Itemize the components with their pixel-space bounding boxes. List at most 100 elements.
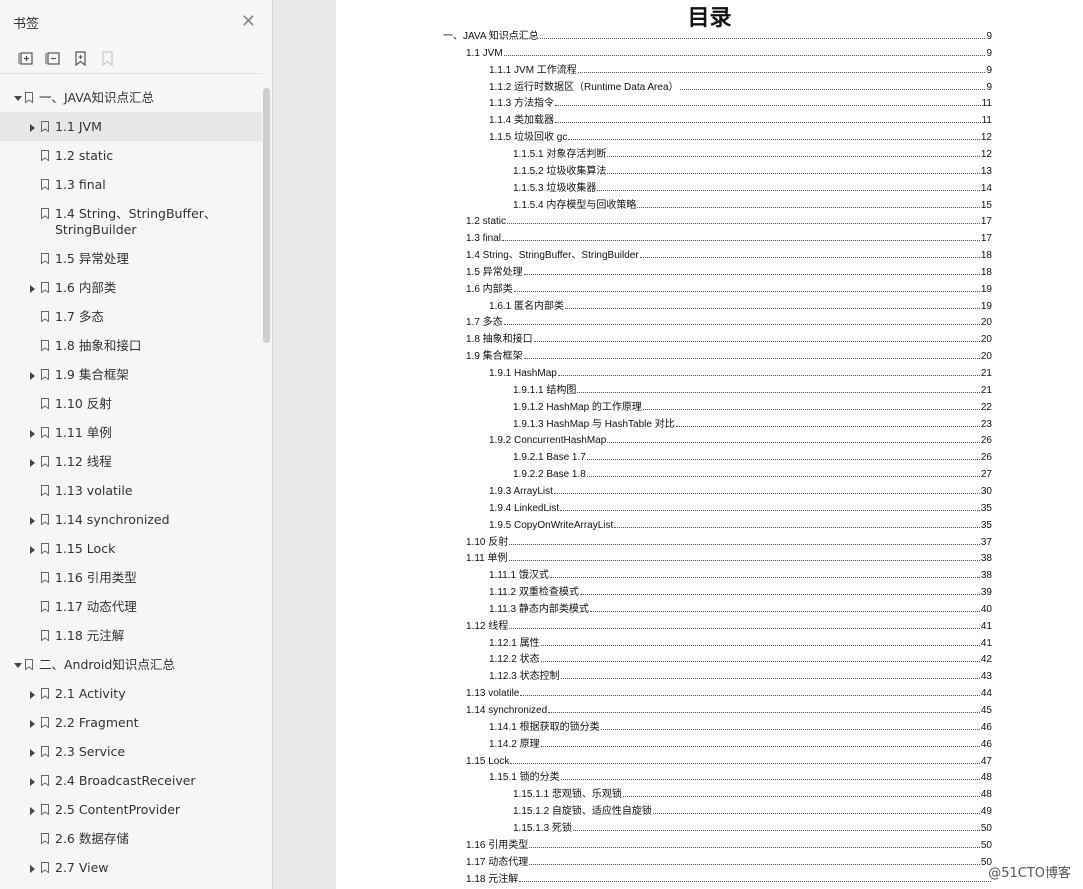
toc-entry[interactable]: 1.1.3 方法指令 11 (489, 95, 992, 109)
toc-entry-title: 1.1.5.1 对象存活判断 (513, 148, 607, 160)
close-icon[interactable]: ✕ (241, 13, 256, 31)
bookmark-item[interactable]: 1.9 集合框架 (0, 360, 262, 389)
toc-entry[interactable]: 1.9.2 ConcurrentHashMap 26 (489, 432, 992, 446)
toc-entry[interactable]: 1.7 多态 20 (466, 314, 992, 328)
toc-entry[interactable]: 1.17 动态代理 50 (466, 854, 992, 868)
toc-entry[interactable]: 1.9.1.1 结构图 21 (513, 382, 992, 396)
toc-entry[interactable]: 1.14 synchronized 45 (466, 702, 992, 716)
bookmark-item[interactable]: 2.2 Fragment (0, 708, 262, 737)
toc-entry[interactable]: 1.12.2 状态 42 (489, 651, 992, 665)
toc-entry[interactable]: 1.9.2.1 Base 1.7 26 (513, 449, 992, 463)
bookmark-item[interactable]: 1.15 Lock (0, 534, 262, 563)
toc-entry[interactable]: 一、JAVA 知识点汇总 9 (443, 28, 992, 42)
toc-entry[interactable]: 1.11 单例 38 (466, 550, 992, 564)
caret-right-icon[interactable] (30, 517, 35, 525)
toc-entry[interactable]: 1.4 String、StringBuffer、StringBuilder 18 (466, 247, 992, 261)
bookmark-item[interactable]: 1.12 线程 (0, 447, 262, 476)
bookmark-item[interactable]: 1.4 String、StringBuffer、StringBuilder (0, 199, 262, 244)
caret-right-icon[interactable] (30, 546, 35, 554)
caret-down-icon[interactable] (14, 663, 22, 668)
toc-entry[interactable]: 1.9.4 LinkedList 35 (489, 500, 992, 514)
toc-entry[interactable]: 1.1.2 运行时数据区（Runtime Data Area） 9 (489, 79, 992, 93)
caret-right-icon[interactable] (30, 124, 35, 132)
bookmark-item[interactable]: 1.17 动态代理 (0, 592, 262, 621)
toc-entry[interactable]: 1.11.2 双重检查模式 39 (489, 584, 992, 598)
toc-entry[interactable]: 1.1 JVM 9 (466, 45, 992, 59)
caret-right-icon[interactable] (30, 865, 35, 873)
bookmark-item[interactable]: 1.13 volatile (0, 476, 262, 505)
caret-right-icon[interactable] (30, 720, 35, 728)
toc-entry[interactable]: 1.5 异常处理 18 (466, 264, 992, 278)
caret-right-icon[interactable] (30, 372, 35, 380)
toc-entry[interactable]: 1.10 反射 37 (466, 534, 992, 548)
toc-entry[interactable]: 1.1.4 类加载器 11 (489, 112, 992, 126)
bookmark-item[interactable]: 2.1 Activity (0, 679, 262, 708)
toc-entry[interactable]: 1.13 volatile 44 (466, 685, 992, 699)
bookmark-item[interactable]: 1.10 反射 (0, 389, 262, 418)
caret-right-icon[interactable] (30, 459, 35, 467)
caret-right-icon[interactable] (30, 778, 35, 786)
toc-entry[interactable]: 1.15.1 锁的分类 48 (489, 769, 992, 783)
toc-entry[interactable]: 1.6.1 匿名内部类 19 (489, 298, 992, 312)
toc-entry[interactable]: 1.1.5.2 垃圾收集算法 13 (513, 163, 992, 177)
caret-right-icon[interactable] (30, 430, 35, 438)
caret-right-icon[interactable] (30, 285, 35, 293)
toc-entry[interactable]: 1.15.1.2 自旋锁、适应性自旋锁 49 (513, 803, 992, 817)
toc-entry[interactable]: 1.9 集合框架 20 (466, 348, 992, 362)
toc-entry[interactable]: 1.9.1.3 HashMap 与 HashTable 对比 23 (513, 416, 992, 430)
bookmark-item[interactable]: 1.14 synchronized (0, 505, 262, 534)
toc-entry[interactable]: 1.15.1.1 悲观锁、乐观锁 48 (513, 786, 992, 800)
bookmark-item[interactable]: 二、Android知识点汇总 (0, 650, 262, 679)
bookmark-item[interactable]: 1.7 多态 (0, 302, 262, 331)
bookmark-item[interactable]: 1.5 异常处理 (0, 244, 262, 273)
caret-right-icon[interactable] (30, 807, 35, 815)
toc-entry[interactable]: 1.11.1 饿汉式 38 (489, 567, 992, 581)
expand-all-icon[interactable] (18, 50, 35, 67)
bookmark-item[interactable]: 2.7 View (0, 853, 262, 882)
toc-entry[interactable]: 1.9.2.2 Base 1.8 27 (513, 466, 992, 480)
bookmark-item[interactable]: 1.3 final (0, 170, 262, 199)
bookmark-item[interactable]: 1.16 引用类型 (0, 563, 262, 592)
toc-entry[interactable]: 1.12.1 属性 41 (489, 635, 992, 649)
caret-down-icon[interactable] (14, 96, 22, 101)
toc-entry[interactable]: 1.1.1 JVM 工作流程 9 (489, 62, 992, 76)
toc-entry[interactable]: 1.9.3 ArrayList 30 (489, 483, 992, 497)
bookmark-item[interactable]: 1.6 内部类 (0, 273, 262, 302)
toc-entry[interactable]: 1.11.3 静态内部类模式 40 (489, 601, 992, 615)
toc-entry[interactable]: 1.16 引用类型 50 (466, 837, 992, 851)
bookmark-item[interactable]: 2.6 数据存储 (0, 824, 262, 853)
toc-entry[interactable]: 1.1.5.4 内存模型与回收策略 15 (513, 197, 992, 211)
bookmark-item[interactable]: 1.8 抽象和接口 (0, 331, 262, 360)
bookmark-item[interactable]: 1.2 static (0, 141, 262, 170)
toc-entry[interactable]: 1.15.1.3 死锁 50 (513, 820, 992, 834)
bookmark-item[interactable]: 2.5 ContentProvider (0, 795, 262, 824)
toc-entry[interactable]: 1.18 元注解 (466, 871, 992, 885)
toc-entry[interactable]: 1.9.1.2 HashMap 的工作原理 22 (513, 399, 992, 413)
bookmark-icon (41, 717, 49, 728)
toc-entry[interactable]: 1.14.2 原理 46 (489, 736, 992, 750)
toc-entry[interactable]: 1.12 线程 41 (466, 618, 992, 632)
toc-entry[interactable]: 1.8 抽象和接口 20 (466, 331, 992, 345)
caret-right-icon[interactable] (30, 749, 35, 757)
bookmark-item[interactable]: 1.11 单例 (0, 418, 262, 447)
toc-entry[interactable]: 1.12.3 状态控制 43 (489, 668, 992, 682)
toc-entry[interactable]: 1.6 内部类 19 (466, 281, 992, 295)
toc-entry[interactable]: 1.1.5.1 对象存活判断 12 (513, 146, 992, 160)
collapse-all-icon[interactable] (45, 50, 62, 67)
toc-entry[interactable]: 1.9.1 HashMap 21 (489, 365, 992, 379)
toc-entry[interactable]: 1.2 static 17 (466, 213, 992, 227)
toc-entry[interactable]: 1.1.5 垃圾回收 gc 12 (489, 129, 992, 143)
bookmark-item[interactable]: 1.18 元注解 (0, 621, 262, 650)
bookmark-item[interactable]: 2.3 Service (0, 737, 262, 766)
toc-entry[interactable]: 1.9.5 CopyOnWriteArrayList 35 (489, 517, 992, 531)
bookmark-item[interactable]: 一、JAVA知识点汇总 (0, 83, 262, 112)
bookmark-item[interactable]: 1.1 JVM (0, 112, 262, 141)
bookmark-item[interactable]: 2.4 BroadcastReceiver (0, 766, 262, 795)
toc-entry[interactable]: 1.15 Lock 47 (466, 753, 992, 767)
bookmark-add-icon[interactable] (72, 50, 89, 67)
bookmarks-scrollbar[interactable] (263, 88, 270, 343)
caret-right-icon[interactable] (30, 691, 35, 699)
toc-entry[interactable]: 1.1.5.3 垃圾收集器 14 (513, 180, 992, 194)
toc-entry[interactable]: 1.3 final 17 (466, 230, 992, 244)
toc-entry[interactable]: 1.14.1 根据获取的锁分类 46 (489, 719, 992, 733)
